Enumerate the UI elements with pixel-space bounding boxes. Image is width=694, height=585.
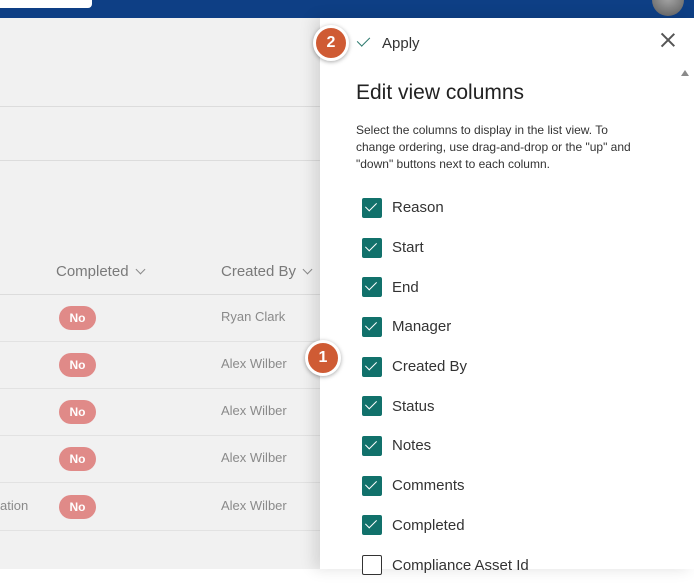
row-title: ation <box>0 498 29 513</box>
checkbox-checked[interactable] <box>362 316 382 337</box>
column-header-created-by[interactable]: Created By <box>221 263 313 280</box>
table-row[interactable]: No Alex Wilber <box>0 436 320 483</box>
search-box[interactable] <box>0 0 92 8</box>
step-badge-2: 2 <box>313 25 349 61</box>
column-option-label: Manager <box>392 318 452 336</box>
apply-label: Apply <box>382 34 420 52</box>
checkbox-checked[interactable] <box>362 356 382 377</box>
checkbox-checked[interactable] <box>362 435 382 456</box>
created-by-value: Alex Wilber <box>221 403 287 418</box>
created-by-value: Ryan Clark <box>221 309 286 324</box>
column-option-status[interactable]: Status <box>362 386 529 426</box>
panel-description: Select the columns to display in the lis… <box>356 123 631 171</box>
column-option-label: Reason <box>392 199 444 217</box>
status-badge: No <box>59 306 96 330</box>
checkmark-icon <box>356 33 371 47</box>
column-header-completed[interactable]: Completed <box>56 263 145 280</box>
column-header-label: Created By <box>221 263 297 280</box>
status-badge: No <box>59 447 96 471</box>
column-option-label: End <box>392 278 419 296</box>
checkbox-checked[interactable] <box>362 396 382 417</box>
column-option-compliance-asset-id[interactable]: Compliance Asset Id <box>362 545 529 585</box>
created-by-value: Alex Wilber <box>221 450 287 465</box>
column-option-comments[interactable]: Comments <box>362 466 529 506</box>
column-option-reason[interactable]: Reason <box>362 188 529 228</box>
status-badge: No <box>59 353 96 377</box>
suite-header <box>0 0 694 18</box>
user-avatar[interactable] <box>652 0 684 16</box>
column-option-notes[interactable]: Notes <box>362 426 529 466</box>
apply-button[interactable]: Apply <box>356 32 420 54</box>
column-checklist: Reason Start End Manager Created By Stat… <box>362 188 529 585</box>
close-icon[interactable] <box>660 32 676 48</box>
scroll-up-arrow-icon[interactable] <box>681 70 689 76</box>
table-row[interactable]: No Alex Wilber <box>0 342 320 389</box>
step-badge-1: 1 <box>305 340 341 376</box>
column-option-label: Created By <box>392 358 468 376</box>
checkbox-checked[interactable] <box>362 475 382 496</box>
divider <box>0 106 320 107</box>
created-by-value: Alex Wilber <box>221 498 287 513</box>
column-option-label: Notes <box>392 437 432 455</box>
column-option-end[interactable]: End <box>362 267 529 307</box>
table-row[interactable]: No Alex Wilber <box>0 389 320 436</box>
column-option-completed[interactable]: Completed <box>362 506 529 546</box>
chevron-down-icon <box>135 264 145 275</box>
column-option-label: Status <box>392 397 435 415</box>
column-option-label: Start <box>392 239 424 257</box>
panel-title: Edit view columns <box>356 81 525 104</box>
column-option-manager[interactable]: Manager <box>362 307 529 347</box>
status-badge: No <box>59 400 96 424</box>
status-badge: No <box>59 495 96 519</box>
column-option-start[interactable]: Start <box>362 228 529 268</box>
checkbox-unchecked[interactable] <box>362 555 382 576</box>
column-option-created-by[interactable]: Created By <box>362 347 529 387</box>
table-row[interactable]: No Ryan Clark <box>0 295 320 342</box>
created-by-value: Alex Wilber <box>221 356 287 371</box>
chevron-down-icon <box>302 264 313 275</box>
checkbox-checked[interactable] <box>362 237 382 258</box>
checkbox-checked[interactable] <box>362 515 382 536</box>
checkbox-checked[interactable] <box>362 277 382 298</box>
column-option-label: Compliance Asset Id <box>392 556 529 574</box>
column-option-label: Comments <box>392 477 465 495</box>
table-row[interactable]: ation No Alex Wilber <box>0 484 320 531</box>
divider <box>0 160 320 161</box>
column-header-label: Completed <box>56 263 129 280</box>
checkbox-checked[interactable] <box>362 197 382 218</box>
column-option-label: Completed <box>392 516 465 534</box>
edit-view-columns-panel: Apply Edit view columns Select the colum… <box>320 18 694 576</box>
